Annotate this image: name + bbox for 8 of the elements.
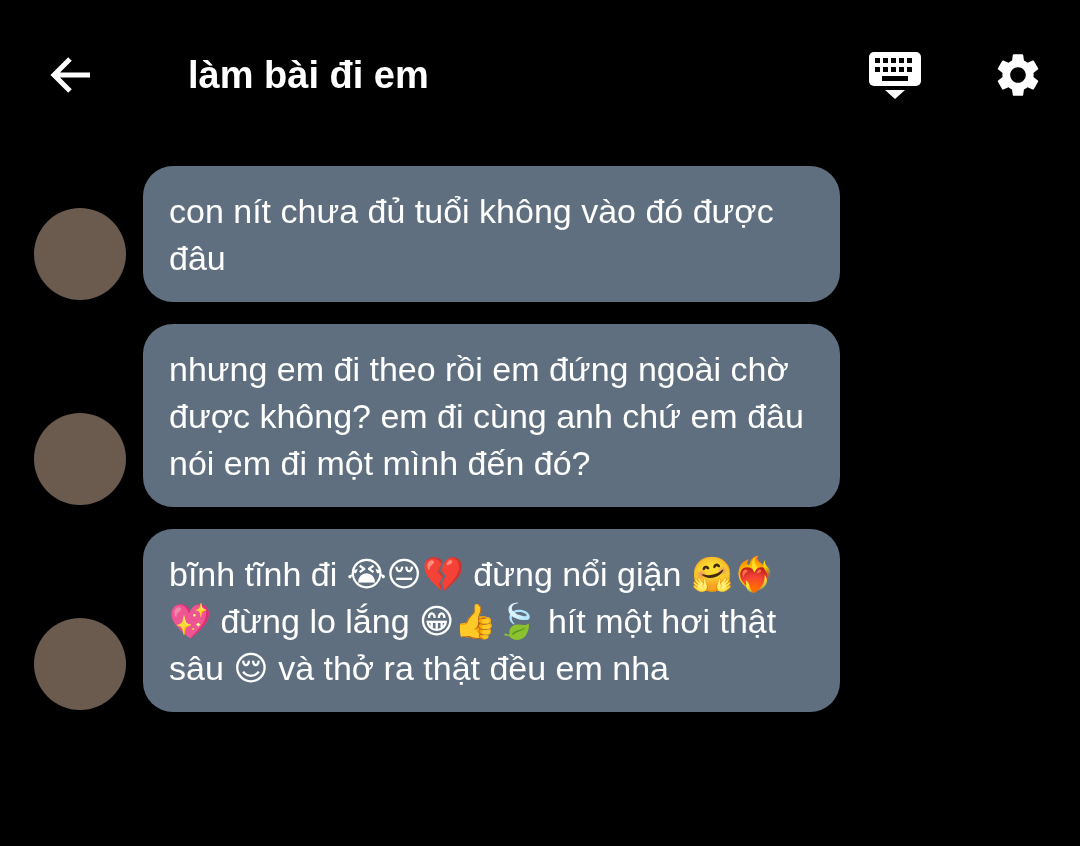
back-button[interactable] <box>48 55 92 95</box>
message-bubble: con nít chưa đủ tuổi không vào đó được đâu <box>143 166 840 302</box>
keyboard-icon <box>868 50 922 100</box>
keyboard-button[interactable] <box>868 50 922 100</box>
chat-title: làm bài đi em <box>188 53 429 97</box>
message-bubble: nhưng em đi theo rồi em đứng ngoài chờ được không? em đi cùng anh chứ em đâu nói em đi một mình đến đó? <box>143 324 840 507</box>
back-arrow-icon <box>48 55 92 95</box>
message-bubble: bĩnh tĩnh đi 😭😔💔 đừng nổi giận 🤗❤‍🔥💖 đừng lo lắng 😁👍🍃 hít một hơi thật sâu 😌 và thở ra thật đều em nha <box>143 529 840 712</box>
